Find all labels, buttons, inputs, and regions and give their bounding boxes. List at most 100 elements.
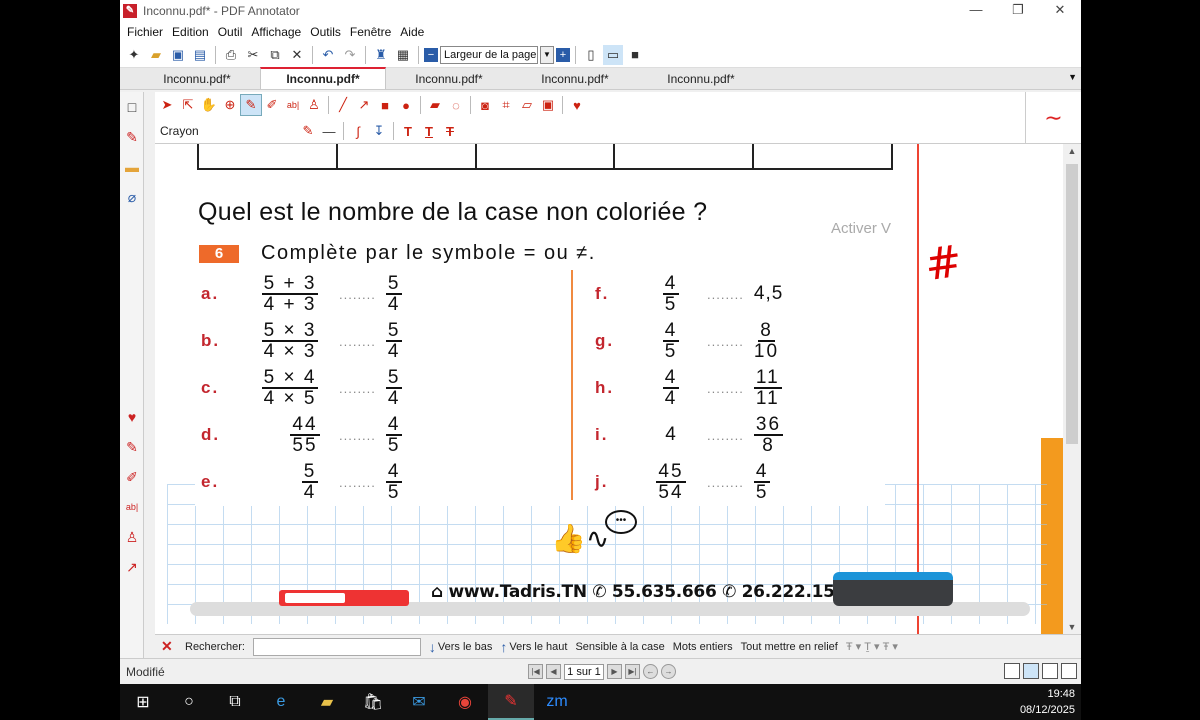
zoom-app-icon[interactable]: zm bbox=[534, 684, 580, 720]
text-underline-icon[interactable]: T bbox=[419, 121, 439, 141]
close-search-icon[interactable]: ✕ bbox=[161, 638, 177, 655]
favorite-heart-icon[interactable]: ♥ bbox=[567, 95, 587, 115]
last-page-icon[interactable]: ▶| bbox=[625, 664, 640, 679]
restore-icon[interactable]: ❐ bbox=[997, 0, 1039, 22]
pen-tool-icon[interactable]: ✎ bbox=[240, 94, 262, 116]
menu-outil[interactable]: Outil bbox=[218, 25, 243, 39]
redo-icon[interactable]: ↷ bbox=[340, 45, 360, 65]
hand-icon[interactable]: ✋ bbox=[199, 95, 219, 115]
scroll-up-icon[interactable]: ▲ bbox=[1063, 146, 1081, 156]
close-icon[interactable]: ✕ bbox=[1039, 0, 1081, 22]
stamp-tool-icon[interactable]: ♙ bbox=[304, 95, 324, 115]
tab-list-icon[interactable]: ▼ bbox=[1068, 72, 1077, 82]
new-icon[interactable]: ✦ bbox=[124, 45, 144, 65]
two-page-continuous-view-icon[interactable] bbox=[1061, 663, 1077, 679]
vertical-scrollbar[interactable]: ▲ ▼ bbox=[1063, 144, 1081, 634]
select-arrow-icon[interactable]: ➤ bbox=[157, 95, 177, 115]
scroll-down-icon[interactable]: ▼ bbox=[1063, 622, 1081, 632]
menu-affichage[interactable]: Affichage bbox=[251, 25, 301, 39]
store-icon[interactable]: 🛍 bbox=[350, 684, 396, 720]
file-explorer-icon[interactable]: ▰ bbox=[304, 684, 350, 720]
fit-width-icon[interactable]: ▭ bbox=[603, 44, 623, 65]
text-icon[interactable]: T bbox=[398, 121, 418, 141]
document-viewport[interactable]: Quel est le nombre de la case non colori… bbox=[155, 144, 1063, 634]
eraser-icon[interactable]: ▰ bbox=[425, 95, 445, 115]
stamp-icon[interactable]: ♙ bbox=[120, 522, 144, 552]
folder-icon[interactable]: ▬ bbox=[120, 152, 144, 182]
fullscreen-icon[interactable]: ■ bbox=[625, 45, 645, 65]
arrow-icon[interactable]: ↗ bbox=[120, 552, 144, 582]
undo-icon[interactable]: ↶ bbox=[318, 45, 338, 65]
menu-outils[interactable]: Outils bbox=[310, 25, 341, 39]
single-page-view-icon[interactable] bbox=[1004, 663, 1020, 679]
print-icon[interactable]: ⎙ bbox=[221, 45, 241, 65]
minimize-icon[interactable]: — bbox=[955, 0, 997, 22]
continuous-view-icon[interactable] bbox=[1023, 663, 1039, 679]
tab-inconnu-4[interactable]: Inconnu.pdf* bbox=[512, 69, 638, 89]
curve-icon[interactable]: ∫ bbox=[348, 121, 368, 141]
menu-fichier[interactable]: Fichier bbox=[127, 25, 163, 39]
first-page-icon[interactable]: |◀ bbox=[528, 664, 543, 679]
text-strike-icon[interactable]: T bbox=[440, 121, 460, 141]
pen-bookmark-icon[interactable]: ✎ bbox=[120, 122, 144, 152]
search-up-button[interactable]: Vers le haut bbox=[509, 641, 567, 653]
search-input[interactable] bbox=[252, 637, 421, 656]
text-tool-icon[interactable]: ab| bbox=[283, 95, 303, 115]
highlighter-icon[interactable]: ✐ bbox=[262, 95, 282, 115]
tab-inconnu-2[interactable]: Inconnu.pdf* bbox=[260, 67, 386, 89]
arrow-up-icon[interactable]: ↑ bbox=[500, 639, 507, 655]
system-clock[interactable]: 19:48 08/12/2025 bbox=[1020, 686, 1075, 718]
ruler-icon[interactable]: ▱ bbox=[517, 95, 537, 115]
clip-icon[interactable]: ⌀ bbox=[120, 182, 144, 212]
pdf-annotator-taskbar-icon[interactable]: ✎ bbox=[488, 684, 534, 720]
next-page-icon[interactable]: ▶ bbox=[607, 664, 622, 679]
zoom-select[interactable]: Largeur de la page bbox=[440, 45, 538, 64]
tab-inconnu-3[interactable]: Inconnu.pdf* bbox=[386, 69, 512, 89]
chrome-icon[interactable]: ◉ bbox=[442, 684, 488, 720]
forward-icon[interactable]: → bbox=[661, 664, 676, 679]
select-text-icon[interactable]: ⇱ bbox=[178, 95, 198, 115]
fit-page-icon[interactable]: ▯ bbox=[581, 45, 601, 65]
favorites-heart-icon[interactable]: ♥ bbox=[120, 402, 144, 432]
ellipse-icon[interactable]: ● bbox=[396, 95, 416, 115]
cut-icon[interactable]: ✂ bbox=[243, 45, 263, 65]
edge-browser-icon[interactable]: e bbox=[258, 684, 304, 720]
task-view-icon[interactable]: ⧉ bbox=[212, 684, 258, 720]
prev-page-icon[interactable]: ◀ bbox=[546, 664, 561, 679]
two-page-view-icon[interactable] bbox=[1042, 663, 1058, 679]
save-icon[interactable]: ▣ bbox=[168, 45, 188, 65]
rectangle-icon[interactable]: ■ bbox=[375, 95, 395, 115]
delete-icon[interactable]: ✕ bbox=[287, 45, 307, 65]
save-all-icon[interactable]: ▤ bbox=[190, 45, 210, 65]
highlight-style-icon[interactable]: Ŧ ▾ Ṯ ▾ Ŧ ▾ bbox=[846, 640, 898, 653]
page-layout-icon[interactable]: ▦ bbox=[393, 45, 413, 65]
arrow-tool-icon[interactable]: ↗ bbox=[354, 95, 374, 115]
page-view-icon[interactable]: □ bbox=[120, 92, 144, 122]
find-icon[interactable]: ♜ bbox=[371, 45, 391, 65]
tab-inconnu-5[interactable]: Inconnu.pdf* bbox=[638, 69, 764, 89]
chevron-down-icon[interactable]: ▼ bbox=[540, 45, 554, 64]
menu-fenetre[interactable]: Fenêtre bbox=[350, 25, 391, 39]
line-style-icon[interactable]: — bbox=[319, 121, 339, 141]
tab-inconnu-1[interactable]: Inconnu.pdf* bbox=[134, 69, 260, 89]
marker-icon[interactable]: ✐ bbox=[120, 462, 144, 492]
line-icon[interactable]: ╱ bbox=[333, 95, 353, 115]
lasso-icon[interactable]: ◌ bbox=[446, 95, 466, 115]
zoom-in-icon[interactable]: + bbox=[556, 47, 570, 62]
windows-start-icon[interactable]: ⊞ bbox=[120, 684, 166, 720]
crop-icon[interactable]: ⌗ bbox=[496, 95, 516, 115]
search-circle-icon[interactable]: ○ bbox=[166, 684, 212, 720]
arrow-down-icon[interactable]: ↓ bbox=[429, 639, 436, 655]
insert-image-icon[interactable]: ▣ bbox=[538, 95, 558, 115]
text-box-icon[interactable]: ab| bbox=[120, 492, 144, 522]
open-folder-icon[interactable]: ▰ bbox=[146, 45, 166, 65]
highlight-all-toggle[interactable]: Tout mettre en relief bbox=[741, 641, 838, 653]
copy-icon[interactable]: ⧉ bbox=[265, 45, 285, 65]
menu-edition[interactable]: Edition bbox=[172, 25, 209, 39]
zoom-out-icon[interactable]: − bbox=[424, 47, 438, 62]
menu-aide[interactable]: Aide bbox=[400, 25, 424, 39]
whole-words-toggle[interactable]: Mots entiers bbox=[673, 641, 733, 653]
search-down-button[interactable]: Vers le bas bbox=[438, 641, 492, 653]
back-icon[interactable]: ← bbox=[643, 664, 658, 679]
arrow-down-icon[interactable]: ↧ bbox=[369, 121, 389, 141]
